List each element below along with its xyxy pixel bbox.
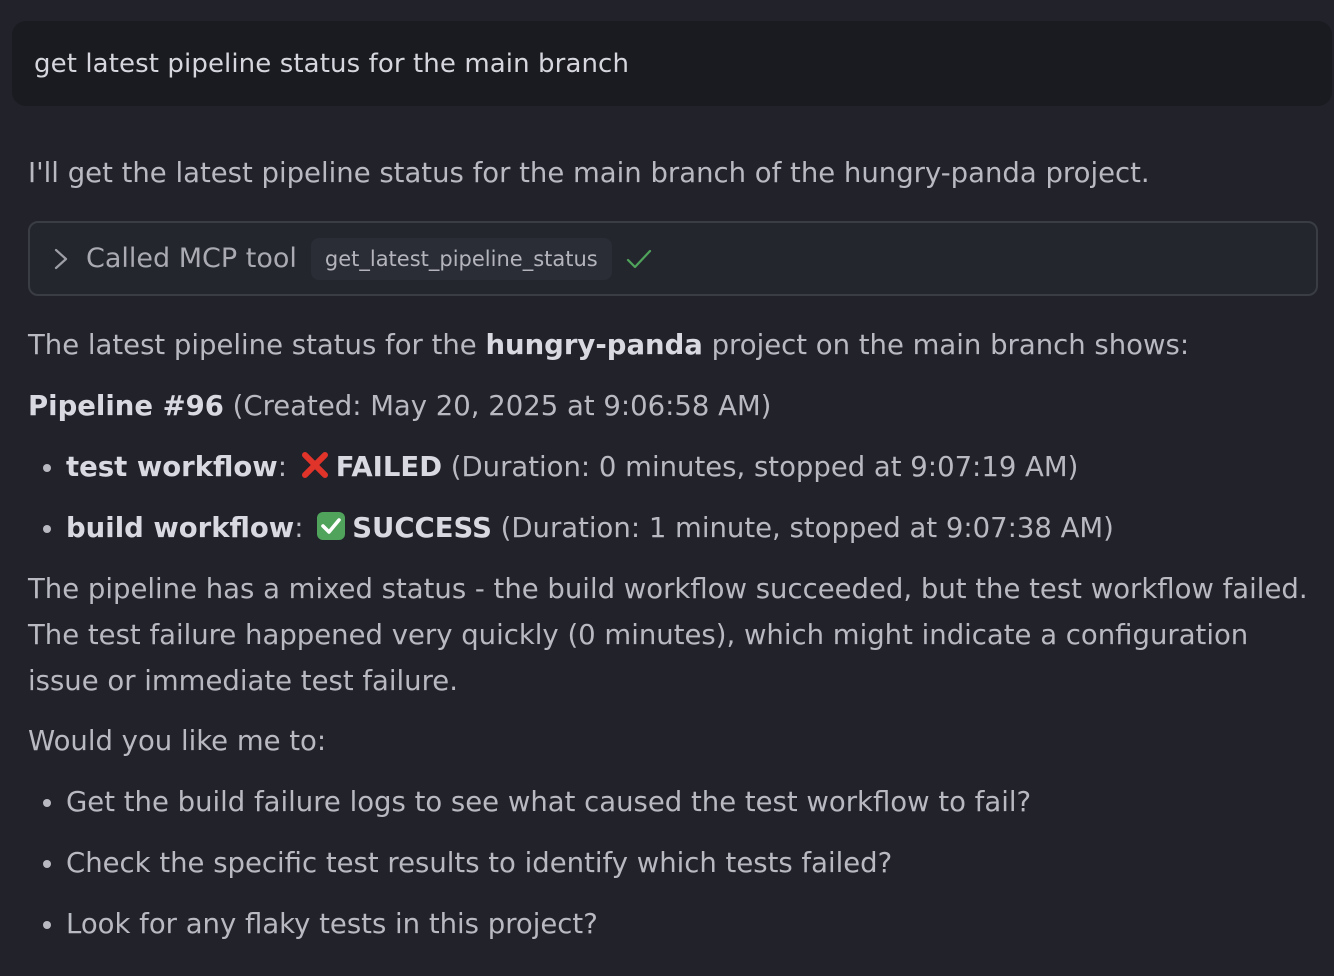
option-item: Get the build failure logs to see what c… — [66, 779, 1318, 826]
check-icon — [626, 249, 651, 268]
pipeline-title: Pipeline #96 — [28, 390, 224, 422]
check-mark-button-icon — [317, 512, 346, 540]
analysis-paragraph: The pipeline has a mixed status - the bu… — [28, 573, 1308, 697]
summary-prefix: The latest pipeline status for the — [28, 329, 486, 361]
pipeline-line: Pipeline #96 (Created: May 20, 2025 at 9… — [28, 383, 1318, 430]
summary-line: The latest pipeline status for the hungr… — [28, 322, 1318, 369]
reply-intro: I'll get the latest pipeline status for … — [28, 157, 1150, 189]
assistant-reply: I'll get the latest pipeline status for … — [28, 150, 1318, 962]
follow-up-question: Would you like me to: — [28, 725, 327, 757]
tool-name-badge: get_latest_pipeline_status — [310, 237, 612, 280]
tool-call-disclosure[interactable]: Called MCP tool get_latest_pipeline_stat… — [28, 221, 1318, 296]
option-item: Check the specific test results to ident… — [66, 840, 1318, 887]
workflow-item-test: test workflow: FAILED (Duration: 0 minut… — [66, 444, 1318, 491]
workflow-status: FAILED — [335, 451, 443, 483]
user-message-text: get latest pipeline status for the main … — [34, 48, 630, 79]
pipeline-created: (Created: May 20, 2025 at 9:06:58 AM) — [223, 390, 772, 422]
project-name: hungry-panda — [485, 329, 703, 361]
workflow-item-build: build workflow: SUCCESS (Duration: 1 min… — [66, 505, 1318, 552]
tool-call-label: Called MCP tool — [86, 243, 297, 274]
chevron-right-icon — [54, 248, 68, 269]
summary-suffix: project on the main branch shows: — [702, 329, 1190, 361]
workflow-list: test workflow: FAILED (Duration: 0 minut… — [28, 444, 1318, 552]
chat-transcript: get latest pipeline status for the main … — [0, 0, 1334, 976]
workflow-status: SUCCESS — [352, 512, 492, 544]
workflow-colon: : — [294, 512, 304, 544]
cross-mark-icon — [301, 452, 328, 478]
options-list: Get the build failure logs to see what c… — [28, 779, 1318, 948]
workflow-name: test workflow — [66, 451, 278, 483]
user-message: get latest pipeline status for the main … — [12, 21, 1332, 106]
workflow-details: (Duration: 0 minutes, stopped at 9:07:19… — [442, 451, 1079, 483]
workflow-details: (Duration: 1 minute, stopped at 9:07:38 … — [491, 512, 1114, 544]
workflow-colon: : — [277, 451, 287, 483]
option-item: Look for any flaky tests in this project… — [66, 901, 1318, 948]
workflow-name: build workflow — [66, 512, 295, 544]
